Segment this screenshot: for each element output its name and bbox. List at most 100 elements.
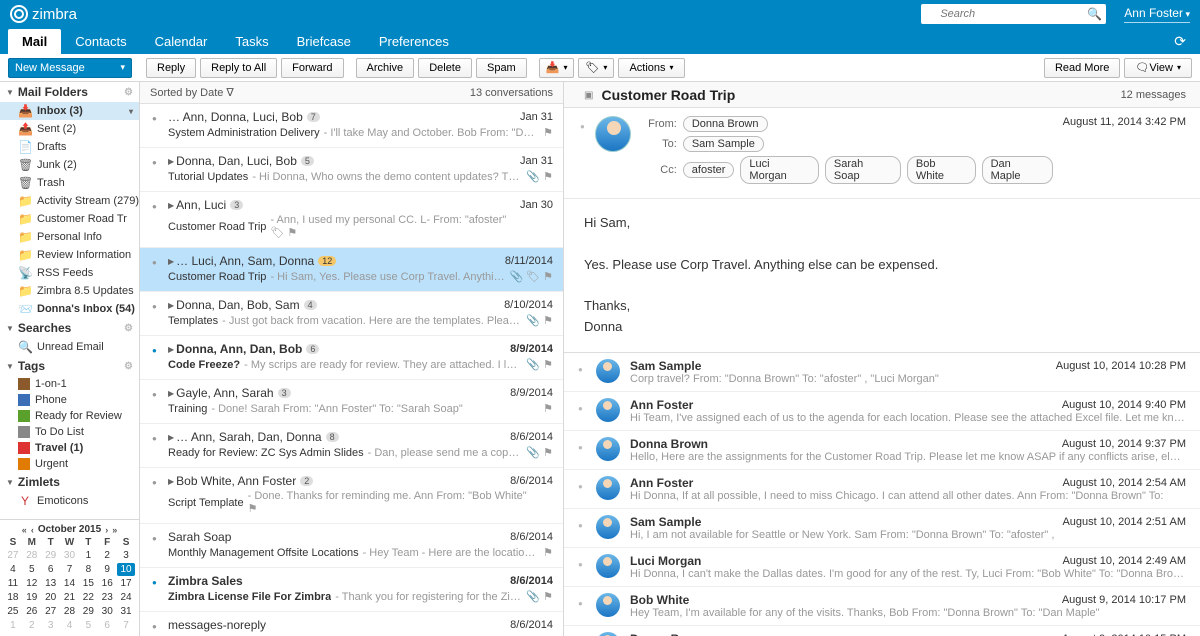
cal-day[interactable]: 5 — [79, 619, 97, 632]
folder-item[interactable]: 📁Activity Stream (279) — [0, 192, 139, 210]
cal-day[interactable]: 27 — [4, 549, 22, 562]
cal-day[interactable]: 22 — [79, 591, 97, 604]
conversation-item[interactable]: ● messages-noreply 8/6/2014 Ann, welcome… — [140, 612, 563, 636]
gear-icon[interactable]: ⚙ — [124, 361, 133, 372]
thread-message[interactable]: ● Luci Morgan August 10, 2014 2:49 AM Hi… — [564, 548, 1200, 587]
folder-item[interactable]: 🗑Trash — [0, 174, 139, 192]
cal-day[interactable]: 29 — [42, 549, 60, 562]
thread-message[interactable]: ● Donna Brown August 9, 2014 10:15 PM He… — [564, 626, 1200, 636]
chevron-down-icon[interactable]: ▾ — [129, 107, 133, 116]
cal-day[interactable]: 18 — [4, 591, 22, 604]
gear-icon[interactable]: ⚙ — [124, 323, 133, 334]
cal-day[interactable]: 6 — [42, 563, 60, 576]
cal-day[interactable]: 16 — [98, 577, 116, 590]
reply-button[interactable]: Reply — [146, 58, 196, 78]
folder-item[interactable]: 📤Sent (2) — [0, 120, 139, 138]
cal-day[interactable]: 28 — [23, 549, 41, 562]
conversation-item[interactable]: ● ▶ Donna, Dan, Bob, Sam 4 8/10/2014 Tem… — [140, 292, 563, 336]
cal-day[interactable]: 13 — [42, 577, 60, 590]
read-more-button[interactable]: Read More — [1044, 58, 1120, 78]
cal-day[interactable]: 25 — [4, 605, 22, 618]
flag-icon[interactable]: ⚑ — [543, 402, 553, 415]
expand-triangle-icon[interactable]: ▶ — [168, 157, 174, 166]
folder-item[interactable]: 📥Inbox (3)▾ — [0, 102, 139, 120]
folder-item[interactable]: 📡RSS Feeds — [0, 264, 139, 282]
expand-triangle-icon[interactable]: ▶ — [168, 257, 174, 266]
cal-day[interactable]: 30 — [61, 549, 79, 562]
thread-message[interactable]: ● Bob White August 9, 2014 10:17 PM Hey … — [564, 587, 1200, 626]
tab-calendar[interactable]: Calendar — [141, 29, 222, 54]
search-item[interactable]: 🔍Unread Email — [0, 338, 139, 356]
conversation-item[interactable]: ● ▶ Gayle, Ann, Sarah 3 8/9/2014 Trainin… — [140, 380, 563, 424]
folder-item[interactable]: 📨Donna's Inbox (54) — [0, 300, 139, 318]
cc-bubble[interactable]: afoster — [683, 162, 735, 178]
flag-icon[interactable]: ⚑ — [543, 546, 553, 559]
conversation-item[interactable]: ● ▶ … Ann, Sarah, Dan, Donna 8 8/6/2014 … — [140, 424, 563, 468]
tag-item[interactable]: Travel (1) — [0, 440, 139, 456]
cc-bubble[interactable]: Bob White — [907, 156, 976, 184]
refresh-icon[interactable]: ⟳ — [1174, 33, 1186, 50]
cal-day[interactable]: 1 — [4, 619, 22, 632]
user-menu[interactable]: Ann Foster — [1124, 6, 1190, 23]
archive-button[interactable]: Archive — [356, 58, 415, 78]
cal-day[interactable]: 3 — [117, 549, 135, 562]
cal-day[interactable]: 20 — [42, 591, 60, 604]
cal-day[interactable]: 7 — [61, 563, 79, 576]
search-scope-icon[interactable]: ✉ ▾ — [925, 1, 936, 27]
tag-item[interactable]: To Do List — [0, 424, 139, 440]
spam-button[interactable]: Spam — [476, 58, 527, 78]
cal-day[interactable]: 3 — [42, 619, 60, 632]
conversation-item[interactable]: ● ▶ Donna, Ann, Dan, Bob 6 8/9/2014 Code… — [140, 336, 563, 380]
thread-message[interactable]: ● Donna Brown August 10, 2014 9:37 PM He… — [564, 431, 1200, 470]
zimlet-item[interactable]: YEmoticons — [0, 492, 139, 510]
flag-icon[interactable]: ⚑ — [543, 314, 553, 327]
tab-contacts[interactable]: Contacts — [61, 29, 140, 54]
cal-day[interactable]: 9 — [98, 563, 116, 576]
conversation-item[interactable]: ● ▶ Bob White, Ann Foster 2 8/6/2014 Scr… — [140, 468, 563, 524]
flag-icon[interactable]: ⚑ — [543, 358, 553, 371]
gear-icon[interactable]: ⚙ — [124, 87, 133, 98]
tags-header[interactable]: ▼Tags⚙ — [0, 356, 139, 376]
cal-day[interactable]: 10 — [117, 563, 135, 576]
search-input[interactable] — [936, 8, 1087, 20]
cal-day[interactable]: 8 — [79, 563, 97, 576]
conversation-item[interactable]: ● Sarah Soap 8/6/2014 Monthly Management… — [140, 524, 563, 568]
cal-prev-year[interactable]: « — [22, 525, 27, 535]
cal-day[interactable]: 2 — [98, 549, 116, 562]
new-message-button[interactable]: New Message — [8, 58, 132, 78]
actions-button[interactable]: Actions▾ — [618, 58, 684, 78]
folders-header[interactable]: ▼Mail Folders⚙ — [0, 82, 139, 102]
flag-icon[interactable]: ⚑ — [287, 226, 297, 239]
cal-prev-month[interactable]: ‹ — [31, 525, 34, 535]
tab-mail[interactable]: Mail — [8, 29, 61, 54]
tab-briefcase[interactable]: Briefcase — [283, 29, 365, 54]
flag-icon[interactable]: ⚑ — [248, 502, 258, 515]
cal-day[interactable]: 30 — [98, 605, 116, 618]
search-box[interactable]: ✉ ▾ 🔍 — [921, 4, 1106, 24]
cal-day[interactable]: 12 — [23, 577, 41, 590]
expand-triangle-icon[interactable]: ▶ — [168, 433, 174, 442]
cc-bubble[interactable]: Sarah Soap — [825, 156, 901, 184]
cal-day[interactable]: 23 — [98, 591, 116, 604]
cal-day[interactable]: 4 — [61, 619, 79, 632]
cal-day[interactable]: 7 — [117, 619, 135, 632]
folder-item[interactable]: 📁Review Information — [0, 246, 139, 264]
tab-tasks[interactable]: Tasks — [221, 29, 282, 54]
expand-triangle-icon[interactable]: ▶ — [168, 477, 174, 486]
cal-day[interactable]: 2 — [23, 619, 41, 632]
conversation-item[interactable]: ● ▶ Ann, Luci 3 Jan 30 Customer Road Tri… — [140, 192, 563, 248]
searches-header[interactable]: ▼Searches⚙ — [0, 318, 139, 338]
cal-day[interactable]: 14 — [61, 577, 79, 590]
forward-button[interactable]: Forward — [281, 58, 343, 78]
delete-button[interactable]: Delete — [418, 58, 472, 78]
conversation-item[interactable]: ● … Ann, Donna, Luci, Bob 7 Jan 31 Syste… — [140, 104, 563, 148]
cal-day[interactable]: 5 — [23, 563, 41, 576]
folder-item[interactable]: 📁Personal Info — [0, 228, 139, 246]
cal-day[interactable]: 24 — [117, 591, 135, 604]
move-button[interactable]: 📥▾ — [539, 58, 575, 78]
cal-day[interactable]: 1 — [79, 549, 97, 562]
cal-day[interactable]: 27 — [42, 605, 60, 618]
tag-item[interactable]: Urgent — [0, 456, 139, 472]
cal-day[interactable]: 31 — [117, 605, 135, 618]
cal-day[interactable]: 6 — [98, 619, 116, 632]
